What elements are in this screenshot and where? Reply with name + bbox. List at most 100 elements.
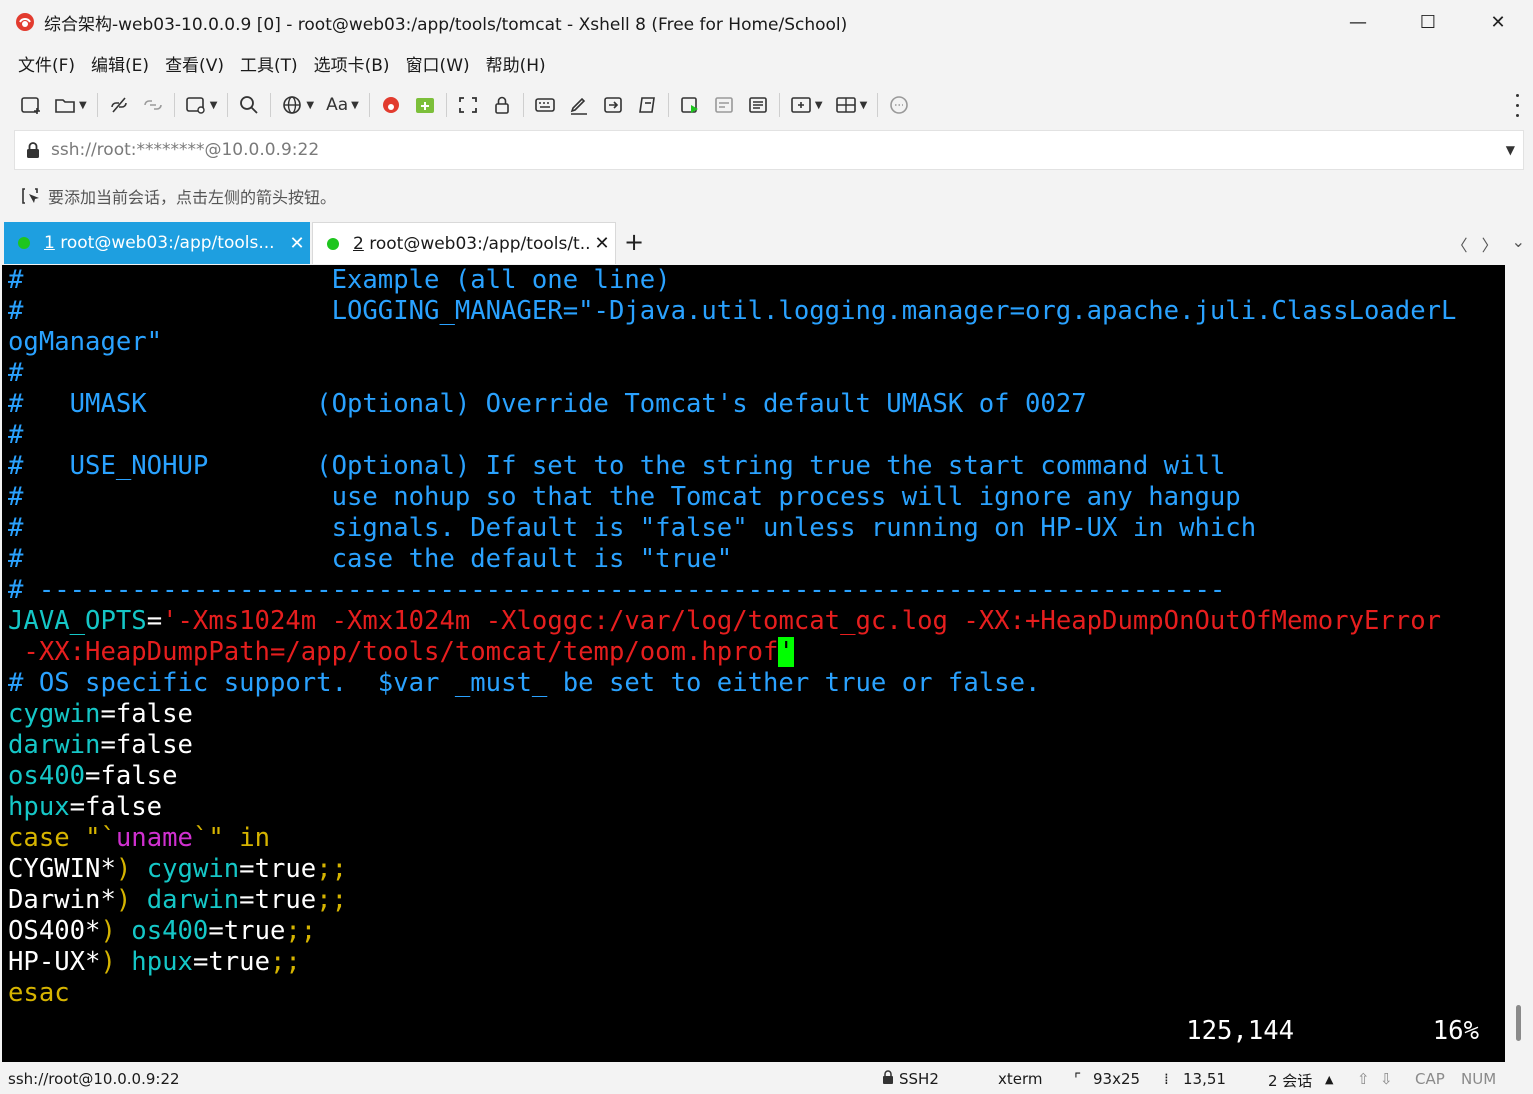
lock-icon[interactable] — [485, 90, 519, 120]
add-session-icon[interactable] — [20, 186, 42, 206]
more-options-icon[interactable] — [1510, 90, 1524, 120]
status-protocol: SSH2 — [899, 1070, 939, 1088]
terminal-scrollbar[interactable] — [1507, 265, 1529, 1062]
scrollbar-thumb[interactable] — [1516, 1005, 1521, 1041]
terminal-text: JAVA_OPTS — [8, 606, 147, 636]
status-size: 93x25 — [1093, 1070, 1141, 1088]
xftp-icon[interactable] — [408, 90, 442, 120]
address-bar[interactable]: ssh://root:********@10.0.0.9:22 ▼ — [14, 130, 1524, 170]
close-icon[interactable]: ✕ — [589, 233, 615, 254]
terminal-line: os400=false — [2, 761, 1505, 792]
terminal-text: HP-UX* — [8, 947, 101, 977]
font-button[interactable]: Aa ▼ — [320, 90, 365, 120]
menu-tab[interactable]: 选项卡(B) — [306, 51, 398, 76]
transfer-icon[interactable] — [596, 90, 630, 120]
menu-view[interactable]: 查看(V) — [157, 51, 232, 76]
terminal-line: Darwin*) darwin=true;; — [2, 885, 1505, 916]
terminal-line: CYGWIN*) cygwin=true;; — [2, 854, 1505, 885]
terminal-line: OS400*) os400=true;; — [2, 916, 1505, 947]
toolbar-divider — [368, 93, 370, 117]
download-icon[interactable]: ⇩ — [1380, 1070, 1393, 1088]
chevron-down-icon[interactable]: ⌄ — [1512, 232, 1525, 256]
open-folder-icon[interactable]: ▼ — [48, 90, 93, 120]
disconnect-icon[interactable] — [102, 90, 136, 120]
terminal-line: # UMASK (Optional) Override Tomcat's def… — [2, 389, 1505, 420]
chevron-down-icon[interactable]: ▼ — [1506, 143, 1515, 157]
toolbar-divider — [96, 93, 98, 117]
terminal-text: ) — [100, 916, 116, 946]
upload-icon[interactable]: ⇧ — [1357, 1070, 1370, 1088]
chevron-left-icon[interactable]: 〈 — [1452, 232, 1468, 256]
terminal-text: # OS specific support. $var _must_ be se… — [8, 668, 1041, 698]
script-icon[interactable] — [630, 90, 664, 120]
terminal-text: # LOGGING_MANAGER="-Djava.util.logging.m… — [8, 296, 1457, 326]
chevron-right-icon[interactable]: 〉 — [1482, 232, 1498, 256]
status-sessions[interactable]: 2 会话 — [1268, 1070, 1312, 1091]
close-icon[interactable]: ✕ — [284, 233, 310, 254]
terminal-text: =true — [239, 854, 317, 884]
globe-icon[interactable]: ▼ — [275, 90, 320, 120]
terminal-text: case — [8, 823, 70, 853]
terminal-text: -XX:HeapDumpPath=/app/tools/tomcat/temp/… — [8, 637, 779, 667]
new-tab-icon[interactable]: ▼ — [784, 90, 829, 120]
scroll-percent: 16% — [1432, 1016, 1479, 1046]
terminal-text: ogManager" — [8, 327, 163, 357]
menu-file[interactable]: 文件(F) — [10, 51, 83, 76]
session-hint-bar: 要添加当前会话，点击左侧的箭头按钮。 — [14, 180, 336, 212]
terminal-text: "` — [85, 823, 116, 853]
layout-icon[interactable]: ▼ — [829, 90, 874, 120]
terminal-screen[interactable]: # Example (all one line) # LOGGING_MANAGE… — [2, 265, 1505, 1062]
compose-icon[interactable] — [562, 90, 596, 120]
terminal-line: # LOGGING_MANAGER="-Djava.util.logging.m… — [2, 296, 1505, 327]
terminal-text: # Example (all one line) — [8, 265, 671, 295]
terminal-text: hpux — [131, 947, 193, 977]
terminal-text: ;; — [316, 885, 348, 915]
terminal-line: hpux=false — [2, 792, 1505, 823]
menu-help[interactable]: 帮助(H) — [478, 51, 554, 76]
keyboard-icon[interactable] — [528, 90, 562, 120]
terminal-text: ) — [115, 854, 132, 884]
maximize-button[interactable]: ☐ — [1393, 0, 1463, 44]
session-settings-icon[interactable]: ▼ — [179, 90, 224, 120]
fullscreen-icon[interactable] — [451, 90, 485, 120]
add-tab-icon[interactable]: + — [624, 228, 644, 256]
terminal-line: HP-UX*) hpux=true;; — [2, 947, 1505, 978]
xshell-icon[interactable] — [374, 90, 408, 120]
toolbar-divider — [445, 93, 447, 117]
tab-session-1[interactable]: 1 root@web03:/app/tools... ✕ — [4, 222, 310, 264]
tab-session-2[interactable]: 2 root@web03:/app/tools/t... ✕ — [312, 222, 616, 264]
menu-edit[interactable]: 编辑(E) — [83, 51, 157, 76]
new-session-icon[interactable] — [14, 90, 48, 120]
terminal-text: # USE_NOHUP (Optional) If set to the str… — [8, 451, 1226, 481]
terminal-text: ;; — [269, 947, 301, 977]
terminal-lines: # Example (all one line) # LOGGING_MANAGE… — [2, 265, 1505, 1009]
minimize-button[interactable]: — — [1323, 0, 1393, 44]
address-input[interactable]: ssh://root:********@10.0.0.9:22 — [51, 140, 319, 160]
terminal-line: esac — [2, 978, 1505, 1009]
log-icon[interactable] — [707, 90, 741, 120]
chevron-up-icon[interactable]: ▲ — [1325, 1073, 1333, 1086]
menu-bar: 文件(F) 编辑(E) 查看(V) 工具(T) 选项卡(B) 窗口(W) 帮助(… — [10, 46, 554, 80]
close-button[interactable]: ✕ — [1463, 0, 1533, 44]
reconnect-icon[interactable] — [136, 90, 170, 120]
terminal-text: hpux — [8, 792, 70, 822]
connected-status-icon — [327, 237, 339, 250]
terminal-text: darwin — [146, 885, 240, 915]
menu-window[interactable]: 窗口(W) — [398, 51, 478, 76]
record-script-icon[interactable] — [673, 90, 707, 120]
chat-icon[interactable] — [882, 90, 916, 120]
menu-tools[interactable]: 工具(T) — [232, 51, 306, 76]
search-icon[interactable] — [232, 90, 266, 120]
toolbar-divider — [667, 93, 669, 117]
terminal-text: in — [239, 823, 271, 853]
cursor-position: 125,144 — [1186, 1016, 1295, 1046]
terminal-text: cygwin — [146, 854, 240, 884]
terminal-text: os400 — [131, 916, 209, 946]
terminal-line: case "`uname`" in — [2, 823, 1505, 854]
notes-icon[interactable] — [741, 90, 775, 120]
toolbar-divider — [778, 93, 780, 117]
tab-label: root@web03:/app/tools/t... — [369, 233, 589, 254]
status-num: NUM — [1461, 1070, 1497, 1088]
